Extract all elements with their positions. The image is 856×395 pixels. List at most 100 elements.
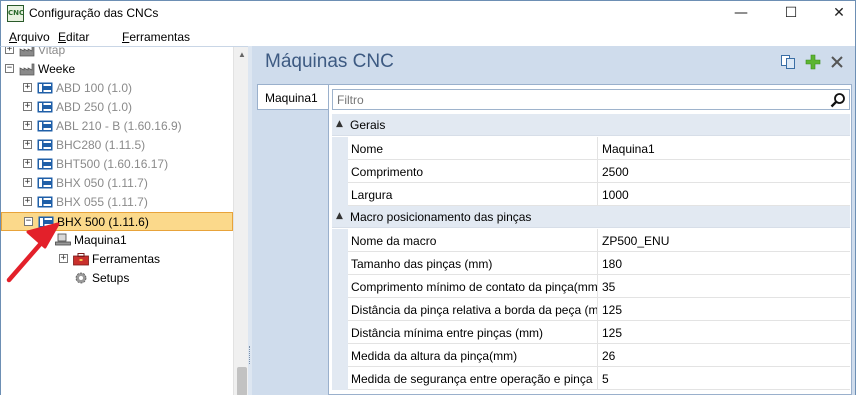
expand-icon[interactable]: +: [23, 140, 32, 149]
property-category[interactable]: ▲ Gerais: [332, 114, 850, 136]
machine-icon: [37, 195, 53, 209]
toolbox-icon: [73, 252, 89, 266]
property-value[interactable]: 5: [599, 367, 849, 390]
tree-node-label: BHT500 (1.60.16.17): [56, 157, 169, 171]
property-row[interactable]: Comprimento mínimo de contato da pinça(m…: [332, 275, 850, 298]
property-row[interactable]: Comprimento 2500: [332, 160, 850, 183]
title-bar: CNC Configuração das CNCs — ☐ ✕: [0, 0, 856, 26]
tree-node[interactable]: + Ferramentas: [1, 250, 233, 269]
expand-icon[interactable]: +: [59, 254, 68, 263]
tree-node[interactable]: + BHC280 (1.11.5): [1, 136, 233, 155]
tree-node[interactable]: + Vitap: [1, 46, 233, 60]
tab-maquina1[interactable]: Maquina1: [257, 84, 329, 110]
delete-icon[interactable]: [829, 54, 845, 70]
row-gutter: [332, 367, 348, 390]
expand-icon[interactable]: +: [23, 102, 32, 111]
expand-icon[interactable]: +: [23, 121, 32, 130]
tree-node-label: Vitap: [38, 46, 66, 57]
row-gutter: [332, 275, 348, 298]
property-row[interactable]: Tamanho das pinças (mm) 180: [332, 252, 850, 275]
row-gutter: [332, 229, 348, 252]
property-value[interactable]: 35: [599, 275, 849, 298]
gear-icon: [73, 271, 89, 285]
tree-scrollbar[interactable]: ▲: [233, 47, 248, 395]
tree-node[interactable]: + ABD 250 (1.0): [1, 98, 233, 117]
property-row[interactable]: Nome da macro ZP500_ENU: [332, 229, 850, 252]
property-row[interactable]: Medida de segurança entre operação e pin…: [332, 367, 850, 390]
property-row[interactable]: Nome Maquina1: [332, 137, 850, 160]
property-value[interactable]: 1000: [599, 183, 849, 206]
expand-icon[interactable]: +: [5, 47, 14, 54]
collapse-icon[interactable]: −: [5, 64, 14, 73]
tree-node[interactable]: − Weeke: [1, 60, 233, 79]
workstation-icon: [55, 233, 71, 247]
property-value[interactable]: 180: [599, 252, 849, 275]
tree-node-label: Setups: [92, 271, 130, 285]
row-gutter: [332, 344, 348, 367]
property-name: Distância da pinça relativa a borda da p…: [348, 298, 598, 321]
expand-icon[interactable]: +: [23, 178, 32, 187]
scroll-up-icon[interactable]: ▲: [234, 47, 248, 63]
tree-node-label: Maquina1: [74, 233, 127, 247]
splitter-grip[interactable]: [249, 346, 251, 364]
property-row[interactable]: Medida da altura da pinça(mm) 26: [332, 344, 850, 367]
menu-ferramentas-label: erramentas: [129, 30, 191, 44]
menu-editar[interactable]: Editar: [58, 30, 89, 44]
property-name: Tamanho das pinças (mm): [348, 252, 598, 275]
machine-icon: [37, 157, 53, 171]
filter-box[interactable]: [332, 89, 850, 110]
tree-node-label: BHC280 (1.11.5): [56, 138, 146, 152]
add-icon[interactable]: [805, 54, 821, 70]
machine-tree[interactable]: + Vitap − Weeke + ABD 100 (1.0) + ABD 250 (1.0)…: [1, 47, 233, 395]
property-value[interactable]: 26: [599, 344, 849, 367]
property-value[interactable]: ZP500_ENU: [599, 229, 849, 252]
expand-icon[interactable]: +: [23, 197, 32, 206]
tree-node[interactable]: + ABD 100 (1.0): [1, 79, 233, 98]
property-value[interactable]: Maquina1: [599, 137, 849, 160]
collapse-icon[interactable]: −: [24, 217, 33, 226]
property-row[interactable]: Distância mínima entre pinças (mm) 125: [332, 321, 850, 344]
machine-icon: [37, 100, 53, 114]
scroll-thumb[interactable]: [237, 367, 247, 395]
window-title: Configuração das CNCs: [29, 6, 159, 20]
search-icon[interactable]: [830, 92, 846, 108]
property-name: Nome da macro: [348, 229, 598, 252]
menu-bar: Arquivo Editar Ferramentas: [0, 26, 856, 46]
property-name: Medida da altura da pinça(mm): [348, 344, 598, 367]
expand-icon[interactable]: +: [23, 83, 32, 92]
tree-node[interactable]: + BHT500 (1.60.16.17): [1, 155, 233, 174]
row-gutter: [332, 252, 348, 275]
machine-tree-panel: + Vitap − Weeke + ABD 100 (1.0) + ABD 250 (1.0)…: [0, 46, 248, 395]
close-button[interactable]: ✕: [817, 1, 856, 27]
tree-node-label: BHX 500 (1.11.6): [57, 215, 149, 229]
copy-icon[interactable]: [780, 54, 796, 70]
menu-ferramentas[interactable]: Ferramentas: [122, 30, 190, 44]
menu-editar-accesskey: E: [58, 30, 67, 44]
row-gutter: [332, 160, 348, 183]
property-value[interactable]: 125: [599, 321, 849, 344]
machine-icon: [37, 138, 53, 152]
tree-node[interactable]: + ABL 210 - B (1.60.16.9): [1, 117, 233, 136]
property-value[interactable]: 2500: [599, 160, 849, 183]
chevron-up-icon[interactable]: ▲: [336, 119, 343, 129]
property-category[interactable]: ▲ Macro posicionamento das pinças: [332, 206, 850, 228]
property-name: Comprimento mínimo de contato da pinça(m…: [348, 275, 598, 298]
machine-icon: [37, 81, 53, 95]
row-gutter: [332, 321, 348, 344]
property-row[interactable]: Largura 1000: [332, 183, 850, 206]
tree-node[interactable]: + BHX 050 (1.11.7): [1, 174, 233, 193]
filter-input[interactable]: [333, 90, 823, 109]
chevron-up-icon[interactable]: ▲: [336, 211, 343, 221]
property-value[interactable]: 125: [599, 298, 849, 321]
tree-node[interactable]: + BHX 055 (1.11.7): [1, 193, 233, 212]
menu-arquivo[interactable]: Arquivo: [9, 30, 50, 44]
maximize-button[interactable]: ☐: [769, 1, 813, 27]
tree-node[interactable]: − BHX 500 (1.11.6): [1, 212, 233, 231]
tree-node[interactable]: Setups: [1, 269, 233, 288]
property-row[interactable]: Distância da pinça relativa a borda da p…: [332, 298, 850, 321]
cnc-machines-pane: Máquinas CNC Maquina1 ▲GeraisNomeMaquina…: [252, 46, 856, 395]
expand-icon[interactable]: +: [23, 159, 32, 168]
tree-node-label: Weeke: [38, 62, 76, 76]
minimize-button[interactable]: —: [719, 1, 763, 27]
tree-node[interactable]: Maquina1: [1, 231, 233, 250]
